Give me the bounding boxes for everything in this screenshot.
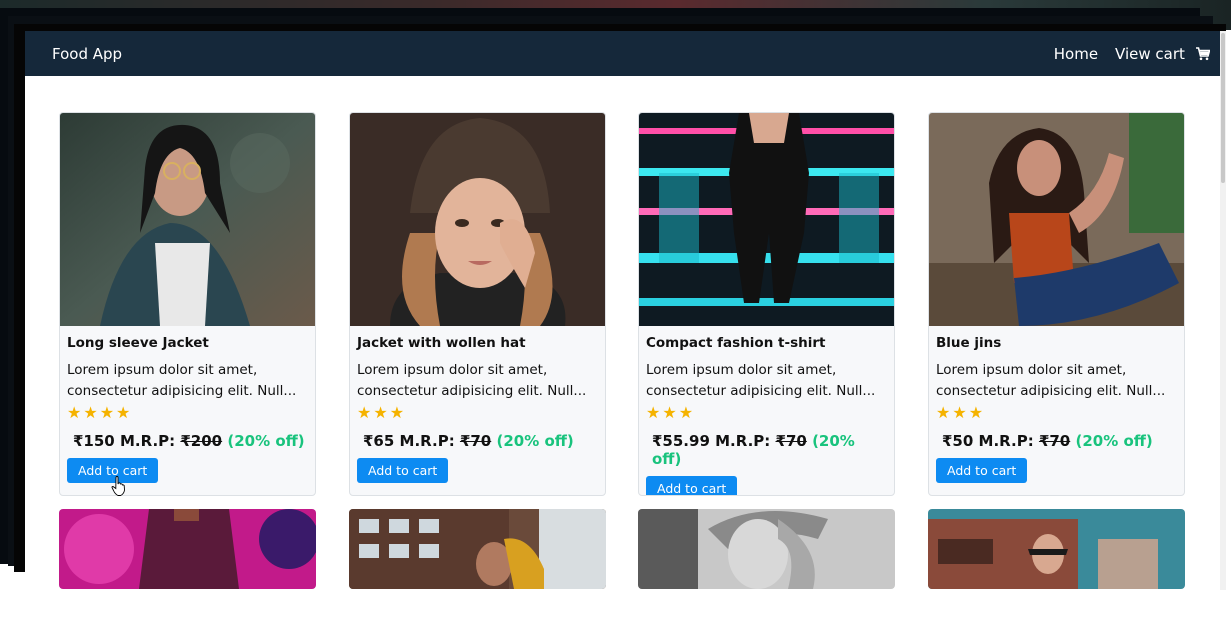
- product-title: Long sleeve Jacket: [67, 335, 209, 351]
- mrp-original: ₹200: [180, 432, 223, 450]
- nav-home-link[interactable]: Home: [1054, 45, 1098, 63]
- discount-badge: (20% off): [496, 432, 574, 450]
- add-to-cart-button[interactable]: Add to cart: [936, 458, 1028, 483]
- discount-badge: (20% off): [1075, 432, 1153, 450]
- product-image: [60, 113, 315, 326]
- discount-badge: (20% off): [227, 432, 305, 450]
- price-line: ₹55.99 M.R.P: ₹70 (20% off): [652, 432, 886, 468]
- rating-stars: ★★★: [357, 403, 597, 425]
- cart-icon: [1196, 47, 1210, 61]
- navbar: Food App Home View cart: [25, 31, 1226, 76]
- app-window: Food App Home View cart Long sleeve Jack…: [25, 31, 1226, 590]
- rating-stars: ★★★★: [67, 403, 307, 425]
- product-description: Lorem ipsum dolor sit amet, consectetur …: [936, 362, 1166, 399]
- product-card: [349, 509, 606, 589]
- star-icon: ★: [646, 403, 663, 422]
- product-card: Long sleeve Jacket Lorem ipsum dolor sit…: [59, 112, 316, 496]
- price: ₹55.99: [652, 432, 710, 450]
- product-title: Blue jins: [936, 335, 1002, 351]
- price-line: ₹50 M.R.P: ₹70 (20% off): [942, 432, 1176, 450]
- product-card: Compact fashion t-shirt Lorem ipsum dolo…: [638, 112, 895, 496]
- price-line: ₹150 M.R.P: ₹200 (20% off): [73, 432, 307, 450]
- rating-stars: ★★★: [936, 403, 1176, 425]
- price-line: ₹65 M.R.P: ₹70 (20% off): [363, 432, 597, 450]
- mrp-original: ₹70: [775, 432, 807, 450]
- product-card: [59, 509, 316, 589]
- mrp-label: M.R.P:: [715, 432, 771, 450]
- mrp-original: ₹70: [459, 432, 492, 450]
- product-image: [638, 509, 895, 589]
- star-icon: ★: [99, 403, 117, 422]
- product-card: [638, 509, 895, 589]
- product-image: [349, 509, 606, 589]
- mrp-label: M.R.P:: [119, 432, 176, 450]
- product-title: Compact fashion t-shirt: [646, 335, 826, 351]
- product-title: Jacket with wollen hat: [357, 335, 526, 351]
- star-icon: ★: [116, 403, 133, 422]
- product-card: Jacket with wollen hat Lorem ipsum dolor…: [349, 112, 606, 496]
- star-icon: ★: [678, 403, 696, 422]
- brand-logo[interactable]: Food App: [52, 45, 122, 63]
- product-card: Blue jins Lorem ipsum dolor sit amet, co…: [928, 112, 1185, 496]
- nav-links: Home View cart: [1054, 44, 1210, 63]
- star-icon: ★: [67, 403, 84, 422]
- product-description: Lorem ipsum dolor sit amet, consectetur …: [67, 362, 297, 399]
- star-icon: ★: [373, 403, 390, 422]
- star-icon: ★: [968, 403, 986, 422]
- star-icon: ★: [936, 403, 953, 422]
- product-card: [928, 509, 1185, 589]
- add-to-cart-button[interactable]: Add to cart: [646, 476, 738, 495]
- price: ₹150: [73, 432, 115, 450]
- product-image: [350, 113, 605, 326]
- product-image: [59, 509, 316, 589]
- mrp-original: ₹70: [1038, 432, 1071, 450]
- star-icon: ★: [662, 403, 679, 422]
- product-image: [929, 113, 1184, 326]
- product-description: Lorem ipsum dolor sit amet, consectetur …: [646, 362, 876, 399]
- hand-pointer-cursor: [111, 476, 125, 496]
- star-icon: ★: [952, 403, 969, 422]
- product-image: [928, 509, 1185, 589]
- vertical-scrollbar[interactable]: [1220, 31, 1226, 590]
- nav-view-cart-link[interactable]: View cart: [1115, 44, 1210, 63]
- rating-stars: ★★★: [646, 403, 886, 425]
- add-to-cart-button[interactable]: Add to cart: [357, 458, 449, 483]
- star-icon: ★: [83, 403, 100, 422]
- price: ₹50: [942, 432, 974, 450]
- product-image: [639, 113, 894, 326]
- scrollbar-thumb[interactable]: [1221, 33, 1225, 183]
- star-icon: ★: [357, 403, 374, 422]
- star-icon: ★: [389, 403, 407, 422]
- view-cart-label: View cart: [1115, 45, 1185, 63]
- price: ₹65: [363, 432, 395, 450]
- mrp-label: M.R.P:: [399, 432, 455, 450]
- product-description: Lorem ipsum dolor sit amet, consectetur …: [357, 362, 587, 399]
- mrp-label: M.R.P:: [978, 432, 1034, 450]
